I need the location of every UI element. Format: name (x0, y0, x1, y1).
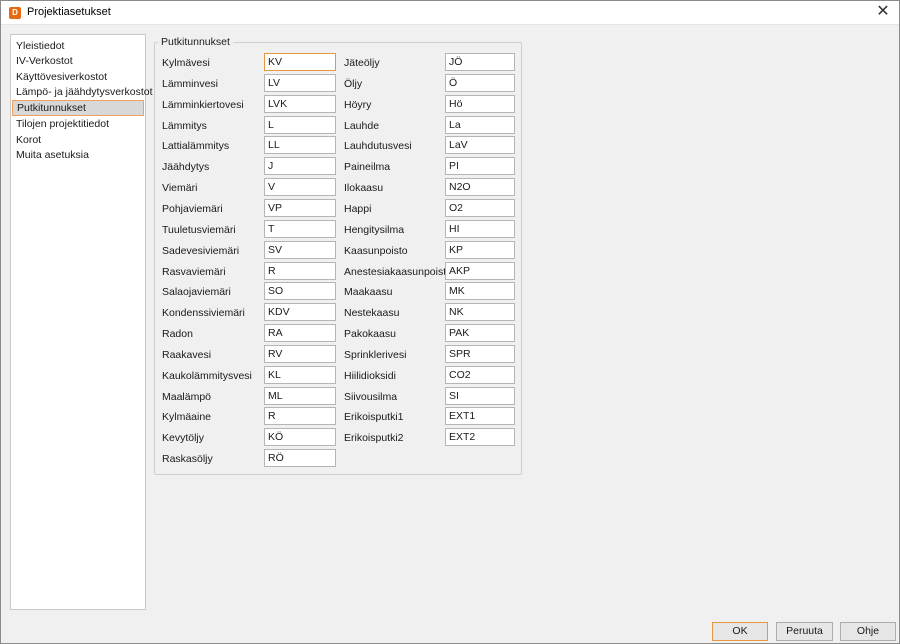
pipe-code-label: Anestesiakaasunpoisto (344, 265, 452, 278)
pipe-code-label: Pakokaasu (344, 328, 396, 341)
pipe-code-label: Ilokaasu (344, 182, 384, 195)
pipe-code-input[interactable]: KÖ (264, 428, 336, 447)
app-icon: D (9, 7, 21, 19)
pipe-code-input[interactable]: T (264, 219, 336, 238)
pipe-code-label: Erikoisputki1 (344, 411, 404, 424)
pipe-code-input[interactable]: HI (445, 219, 515, 238)
pipe-code-label: Kevytöljy (162, 432, 205, 445)
pipe-code-input[interactable]: V (264, 178, 336, 197)
pipe-code-label: Erikoisputki2 (344, 432, 404, 445)
title-bar: D Projektiasetukset ✕ (1, 1, 899, 25)
pipe-code-label: Lauhde (344, 119, 380, 132)
pipe-code-input[interactable]: PI (445, 157, 515, 176)
pipe-code-label: Pohjaviemäri (162, 202, 223, 215)
pipe-code-input[interactable]: La (445, 115, 515, 134)
pipe-code-input[interactable]: CO2 (445, 365, 515, 384)
pipe-code-input[interactable]: LVK (264, 94, 336, 113)
pipe-code-input[interactable]: VP (264, 198, 336, 217)
pipe-code-label: Jäähdytys (162, 161, 210, 174)
pipe-code-input[interactable]: EXT1 (445, 407, 515, 426)
group-title: Putkitunnukset (158, 36, 233, 48)
pipe-code-input[interactable]: SV (264, 240, 336, 259)
window-title: Projektiasetukset (27, 6, 111, 18)
pipe-code-input[interactable]: Hö (445, 94, 515, 113)
dialog-window: D Projektiasetukset ✕ Yleistiedot IV-Ver… (0, 0, 900, 644)
pipe-code-input[interactable]: ML (264, 386, 336, 405)
pipe-code-input[interactable]: L (264, 115, 336, 134)
sidebar-item-korot[interactable]: Korot (12, 133, 144, 149)
cancel-button[interactable]: Peruuta (776, 622, 833, 641)
pipe-code-label: Maakaasu (344, 286, 393, 299)
pipe-code-label: Hiilidioksidi (344, 369, 396, 382)
pipe-code-label: Raskasöljy (162, 453, 213, 466)
sidebar-item-muita-asetuksia[interactable]: Muita asetuksia (12, 148, 144, 164)
pipe-code-input[interactable]: Ö (445, 73, 515, 92)
pipe-code-label: Raakavesi (162, 348, 212, 361)
pipe-code-input[interactable]: KDV (264, 303, 336, 322)
pipe-code-input[interactable]: EXT2 (445, 428, 515, 447)
pipe-code-label: Salaojaviemäri (162, 286, 231, 299)
sidebar-item-yleistiedot[interactable]: Yleistiedot (12, 39, 144, 55)
pipe-code-input[interactable]: N2O (445, 178, 515, 197)
pipe-code-label: Sadevesiviemäri (162, 244, 240, 257)
help-button[interactable]: Ohje (840, 622, 896, 641)
pipe-code-label: Radon (162, 328, 193, 341)
pipe-code-label: Lattialämmitys (162, 140, 230, 153)
pipe-code-label: Kondenssiviemäri (162, 307, 245, 320)
sidebar-item-tilojen-projektitiedot[interactable]: Tilojen projektitiedot (12, 117, 144, 133)
pipe-code-input[interactable]: KP (445, 240, 515, 259)
pipe-code-label: Nestekaasu (344, 307, 400, 320)
sidebar-item-putkitunnukset[interactable]: Putkitunnukset (12, 100, 144, 116)
ok-button[interactable]: OK (712, 622, 768, 641)
pipe-code-label: Kylmäaine (162, 411, 212, 424)
sidebar-item-kayttovesiverkostot[interactable]: Käyttövesiverkostot (12, 70, 144, 86)
pipe-code-input[interactable]: PAK (445, 324, 515, 343)
settings-nav-list: Yleistiedot IV-Verkostot Käyttövesiverko… (10, 34, 153, 610)
pipe-code-input[interactable]: SI (445, 386, 515, 405)
close-icon[interactable]: ✕ (873, 3, 893, 23)
pipe-code-input[interactable]: O2 (445, 198, 515, 217)
pipe-code-input[interactable]: SPR (445, 344, 515, 363)
pipe-code-label: Hengitysilma (344, 223, 405, 236)
pipe-code-input[interactable]: RÖ (264, 449, 336, 468)
pipe-code-label: Tuuletusviemäri (162, 223, 236, 236)
pipe-code-input[interactable]: KV (264, 53, 336, 71)
pipe-code-input[interactable]: KL (264, 365, 336, 384)
pipe-code-label: Lämminkiertovesi (162, 98, 244, 111)
pipe-code-input[interactable]: LV (264, 73, 336, 92)
pipe-code-label: Öljy (344, 77, 363, 90)
pipe-code-label: Sprinklerivesi (344, 348, 407, 361)
sidebar-item-iv-verkostot[interactable]: IV-Verkostot (12, 54, 144, 70)
pipe-code-label: Lämminvesi (162, 77, 219, 90)
pipe-code-input[interactable]: LaV (445, 136, 515, 155)
pipe-code-label: Lauhdutusvesi (344, 140, 412, 153)
pipe-code-input[interactable]: RA (264, 324, 336, 343)
pipe-code-input[interactable]: JÖ (445, 53, 515, 71)
sidebar-item-lampo-ja-jaahdytysverkostot[interactable]: Lämpö- ja jäähdytysverkostot (12, 85, 153, 101)
pipe-code-input[interactable]: LL (264, 136, 336, 155)
pipe-code-label: Lämmitys (162, 119, 207, 132)
pipe-code-label: Kaukolämmitysvesi (162, 369, 252, 382)
pipe-code-input[interactable]: R (264, 261, 336, 280)
pipe-code-input[interactable]: MK (445, 282, 515, 301)
pipe-code-input[interactable]: R (264, 407, 336, 426)
pipe-code-label: Happi (344, 202, 372, 215)
pipe-code-input[interactable]: SO (264, 282, 336, 301)
pipe-code-label: Kylmävesi (162, 57, 210, 69)
pipe-code-label: Kaasunpoisto (344, 244, 408, 257)
pipe-code-label: Paineilma (344, 161, 391, 174)
pipe-code-input[interactable]: RV (264, 344, 336, 363)
pipe-code-label: Siivousilma (344, 390, 398, 403)
pipe-code-input[interactable]: NK (445, 303, 515, 322)
pipe-code-label: Rasvaviemäri (162, 265, 226, 278)
pipe-code-label: Jäteöljy (344, 57, 380, 69)
pipe-code-input[interactable]: J (264, 157, 336, 176)
pipe-code-label: Höyry (344, 98, 372, 111)
pipe-code-label: Viemäri (162, 182, 198, 195)
pipe-code-label: Maalämpö (162, 390, 212, 403)
pipe-code-input[interactable]: AKP (445, 261, 515, 280)
